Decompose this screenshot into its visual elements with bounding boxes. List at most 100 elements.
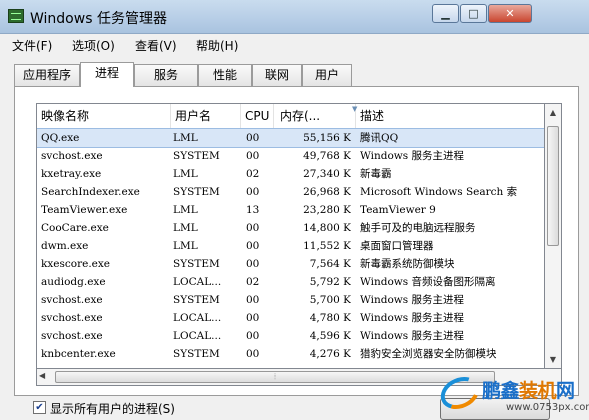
process-description: 腾讯QQ xyxy=(360,132,399,144)
minimize-icon: ▁ xyxy=(441,7,450,20)
process-memory: 11,552 K xyxy=(303,240,351,252)
column-header-description[interactable]: 描述 xyxy=(356,104,544,128)
close-icon: ✕ xyxy=(505,7,515,20)
table-row[interactable]: dwm.exe LML 00 11,552 K 桌面窗口管理器 xyxy=(37,237,544,255)
process-user: SYSTEM xyxy=(173,294,220,306)
table-row[interactable]: svchost.exe LOCAL... 00 4,780 K Windows 服务主进… xyxy=(37,309,544,327)
tab-services[interactable]: 服务 xyxy=(134,64,198,86)
process-name: svchost.exe xyxy=(41,150,103,162)
watermark-logo: 鹏鑫装机网 www.0753px.com xyxy=(435,370,589,420)
process-memory: 4,596 K xyxy=(309,330,351,342)
table-row[interactable]: kxescore.exe SYSTEM 00 7,564 K 新毒霸系统防御模块 xyxy=(37,255,544,273)
process-description: Windows 服务主进程 xyxy=(360,312,464,324)
process-name: kxetray.exe xyxy=(41,168,102,180)
show-all-users-checkbox[interactable]: ✔ xyxy=(33,401,46,414)
process-memory: 7,564 K xyxy=(309,258,351,270)
process-cpu: 00 xyxy=(246,186,260,198)
process-cpu: 00 xyxy=(246,222,260,234)
tab-users[interactable]: 用户 xyxy=(302,64,352,86)
process-user: LOCAL... xyxy=(173,312,222,324)
maximize-button[interactable]: □ xyxy=(460,4,487,23)
watermark-name: 鹏鑫装机网 xyxy=(482,380,575,402)
show-all-users-label: 显示所有用户的进程(S) xyxy=(50,402,175,416)
process-description: 新毒霸系统防御模块 xyxy=(360,258,455,270)
process-description: Windows 音频设备图形隔离 xyxy=(360,276,496,288)
process-description: Windows 服务主进程 xyxy=(360,294,464,306)
tab-applications[interactable]: 应用程序 xyxy=(14,64,80,86)
list-header: 映像名称 用户名 CPU 内存(... ▼ 描述 xyxy=(37,104,544,129)
process-cpu: 00 xyxy=(246,150,260,162)
tab-processes[interactable]: 进程 xyxy=(80,62,134,87)
column-header-cpu[interactable]: CPU xyxy=(241,104,274,128)
table-row[interactable]: audiodg.exe LOCAL... 02 5,792 K Windows 音频设备… xyxy=(37,273,544,291)
process-description: Windows 服务主进程 xyxy=(360,150,464,162)
process-memory: 26,968 K xyxy=(303,186,351,198)
tab-strip: 应用程序 进程 服务 性能 联网 用户 xyxy=(14,62,574,87)
horizontal-scroll-thumb[interactable]: ⦙ xyxy=(55,371,495,383)
process-memory: 5,792 K xyxy=(309,276,351,288)
tab-performance[interactable]: 性能 xyxy=(198,64,252,86)
menu-file[interactable]: 文件(F) xyxy=(12,37,52,54)
process-memory: 5,700 K xyxy=(309,294,351,306)
column-header-user-name[interactable]: 用户名 xyxy=(171,104,241,128)
process-name: QQ.exe xyxy=(41,132,80,144)
tab-networking[interactable]: 联网 xyxy=(252,64,302,86)
process-description: TeamViewer 9 xyxy=(360,204,436,216)
scroll-up-icon[interactable]: ▲ xyxy=(546,105,560,120)
process-cpu: 00 xyxy=(246,312,260,324)
table-row[interactable]: svchost.exe SYSTEM 00 5,700 K Windows 服务主进程 xyxy=(37,291,544,309)
watermark-url: www.0753px.com xyxy=(506,402,589,413)
scroll-down-icon[interactable]: ▼ xyxy=(546,352,560,367)
menu-options[interactable]: 选项(O) xyxy=(72,37,115,54)
task-manager-icon xyxy=(8,9,24,23)
logo-swoosh-icon xyxy=(435,370,485,416)
process-cpu: 02 xyxy=(246,276,260,288)
process-user: SYSTEM xyxy=(173,258,220,270)
process-name: kxescore.exe xyxy=(41,258,111,270)
table-row[interactable]: kxetray.exe LML 02 27,340 K 新毒霸 xyxy=(37,165,544,183)
process-cpu: 00 xyxy=(246,132,260,144)
process-name: dwm.exe xyxy=(41,240,89,252)
process-description: 猎豹安全浏览器安全防御模块 xyxy=(360,348,497,360)
table-row[interactable]: SearchIndexer.exe SYSTEM 00 26,968 K Microso… xyxy=(37,183,544,201)
process-user: LML xyxy=(173,168,198,180)
minimize-button[interactable]: ▁ xyxy=(432,4,459,23)
process-cpu: 00 xyxy=(246,258,260,270)
process-user: LOCAL... xyxy=(173,330,222,342)
table-row[interactable]: knbcenter.exe SYSTEM 00 4,276 K 猎豹安全浏览器安全防御模… xyxy=(37,345,544,363)
process-memory: 14,800 K xyxy=(303,222,351,234)
process-user: SYSTEM xyxy=(173,348,220,360)
table-row[interactable]: CooCare.exe LML 00 14,800 K 触手可及的电脑远程服务 xyxy=(37,219,544,237)
process-description: Microsoft Windows Search 索 xyxy=(360,186,518,198)
column-header-image-name[interactable]: 映像名称 xyxy=(37,104,171,128)
menu-view[interactable]: 查看(V) xyxy=(135,37,177,54)
process-user: LOCAL... xyxy=(173,276,222,288)
process-cpu: 02 xyxy=(246,168,260,180)
process-memory: 55,156 K xyxy=(303,132,351,144)
process-memory: 27,340 K xyxy=(303,168,351,180)
vertical-scrollbar[interactable]: ▲ ▼ xyxy=(545,103,562,369)
process-name: svchost.exe xyxy=(41,294,103,306)
table-row[interactable]: svchost.exe LOCAL... 00 4,596 K Windows 服务主进… xyxy=(37,327,544,345)
table-row[interactable]: TeamViewer.exe LML 13 23,280 K TeamViewer 9 xyxy=(37,201,544,219)
menu-help[interactable]: 帮助(H) xyxy=(196,37,238,54)
process-memory: 4,780 K xyxy=(309,312,351,324)
process-user: SYSTEM xyxy=(173,150,220,162)
table-row[interactable]: svchost.exe SYSTEM 00 49,768 K Windows 服务主进程 xyxy=(37,147,544,165)
process-description: 触手可及的电脑远程服务 xyxy=(360,222,476,234)
vertical-scroll-thumb[interactable] xyxy=(547,126,559,246)
title-bar[interactable]: Windows 任务管理器 ▁ □ ✕ xyxy=(0,0,589,34)
process-cpu: 00 xyxy=(246,330,260,342)
process-cpu: 00 xyxy=(246,240,260,252)
scroll-left-icon[interactable]: ◀ xyxy=(39,371,45,380)
close-button[interactable]: ✕ xyxy=(488,4,532,23)
process-description: 新毒霸 xyxy=(360,168,392,180)
process-name: knbcenter.exe xyxy=(41,348,116,360)
process-cpu: 00 xyxy=(246,348,260,360)
column-header-memory[interactable]: 内存(... xyxy=(274,104,356,128)
window-title: Windows 任务管理器 xyxy=(30,11,167,27)
process-list[interactable]: 映像名称 用户名 CPU 内存(... ▼ 描述 QQ.exe LML 00 55,1… xyxy=(36,103,545,369)
process-user: LML xyxy=(173,204,198,216)
table-row[interactable]: QQ.exe LML 00 55,156 K 腾讯QQ xyxy=(37,128,544,148)
process-memory: 4,276 K xyxy=(309,348,351,360)
